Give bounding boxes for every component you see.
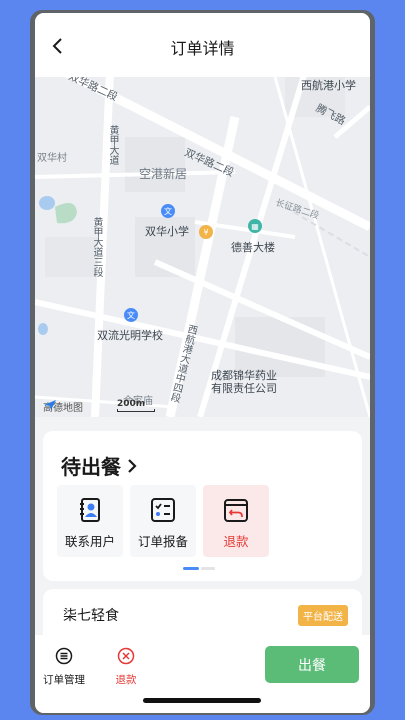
refund-button[interactable]: 退款 — [203, 485, 269, 557]
map-label: 有限责任公司 — [211, 382, 277, 395]
tab-order-manage[interactable]: 订单管理 — [39, 647, 89, 687]
refund-icon — [224, 499, 248, 522]
action-label: 退款 — [223, 534, 249, 549]
nav-bar: 订单详情 — [35, 13, 370, 77]
map-label: 黄甲大道三段 — [91, 217, 102, 277]
bottom-bar: 订单管理 退款 出餐 — [35, 635, 370, 713]
map-label: 双华小学 — [145, 225, 189, 238]
school-icon: 文 — [161, 204, 175, 218]
map-view[interactable]: 双华路二段 西航港小学 腾飞路 双华村 黄甲大道 双华路二段 空港新居 长征路二… — [35, 77, 370, 417]
map-roads — [35, 77, 370, 417]
page-dot-active — [183, 567, 199, 570]
home-indicator — [143, 698, 261, 703]
contact-user-icon — [80, 498, 100, 522]
order-manage-icon — [55, 647, 73, 665]
contact-user-button[interactable]: 联系用户 — [57, 485, 123, 557]
amap-logo-icon — [44, 400, 56, 410]
refund-close-icon — [117, 647, 135, 665]
chevron-right-icon — [128, 458, 137, 473]
map-label: 黄甲大道 — [107, 125, 118, 165]
screen: 订单详情 双华路二段 西航港小学 腾飞路 双华村 黄甲大道 双华路二段 空港新居… — [35, 13, 370, 713]
order-status-card: 待出餐 联系用户 订单报备 退款 — [43, 431, 362, 581]
page-dot — [201, 567, 215, 570]
action-label: 联系用户 — [64, 534, 115, 549]
phone-frame: 订单详情 双华路二段 西航港小学 腾飞路 双华村 黄甲大道 双华路二段 空港新居… — [30, 10, 375, 715]
map-label: 双华村 — [37, 153, 67, 164]
map-scale: 200m — [117, 399, 155, 412]
school-icon: 文 — [124, 308, 138, 322]
tab-label: 退款 — [115, 674, 137, 686]
map-label: 双流光明学校 — [97, 329, 163, 342]
shop-name: 柒七轻食 — [63, 608, 119, 624]
delivery-badge: 平台配送 — [298, 605, 348, 626]
status-label: 待出餐 — [61, 455, 121, 479]
serve-meal-button[interactable]: 出餐 — [265, 646, 359, 683]
building-icon: ▦ — [248, 219, 262, 233]
action-label: 订单报备 — [137, 534, 188, 549]
map-label: 空港新居 — [139, 167, 188, 181]
page-indicator — [183, 567, 215, 570]
order-report-icon — [151, 498, 175, 522]
page-title: 订单详情 — [170, 39, 235, 58]
order-report-button[interactable]: 订单报备 — [130, 485, 196, 557]
map-label: 西航港小学 — [301, 79, 356, 92]
tab-refund[interactable]: 退款 — [101, 647, 151, 687]
map-logo: 高德地图 — [43, 399, 83, 414]
action-list: 联系用户 订单报备 退款 — [57, 485, 269, 557]
tab-label: 订单管理 — [43, 674, 85, 686]
shop-poi-icon: ¥ — [199, 225, 213, 239]
map-label: 德善大楼 — [231, 241, 275, 254]
order-status[interactable]: 待出餐 — [61, 451, 137, 480]
